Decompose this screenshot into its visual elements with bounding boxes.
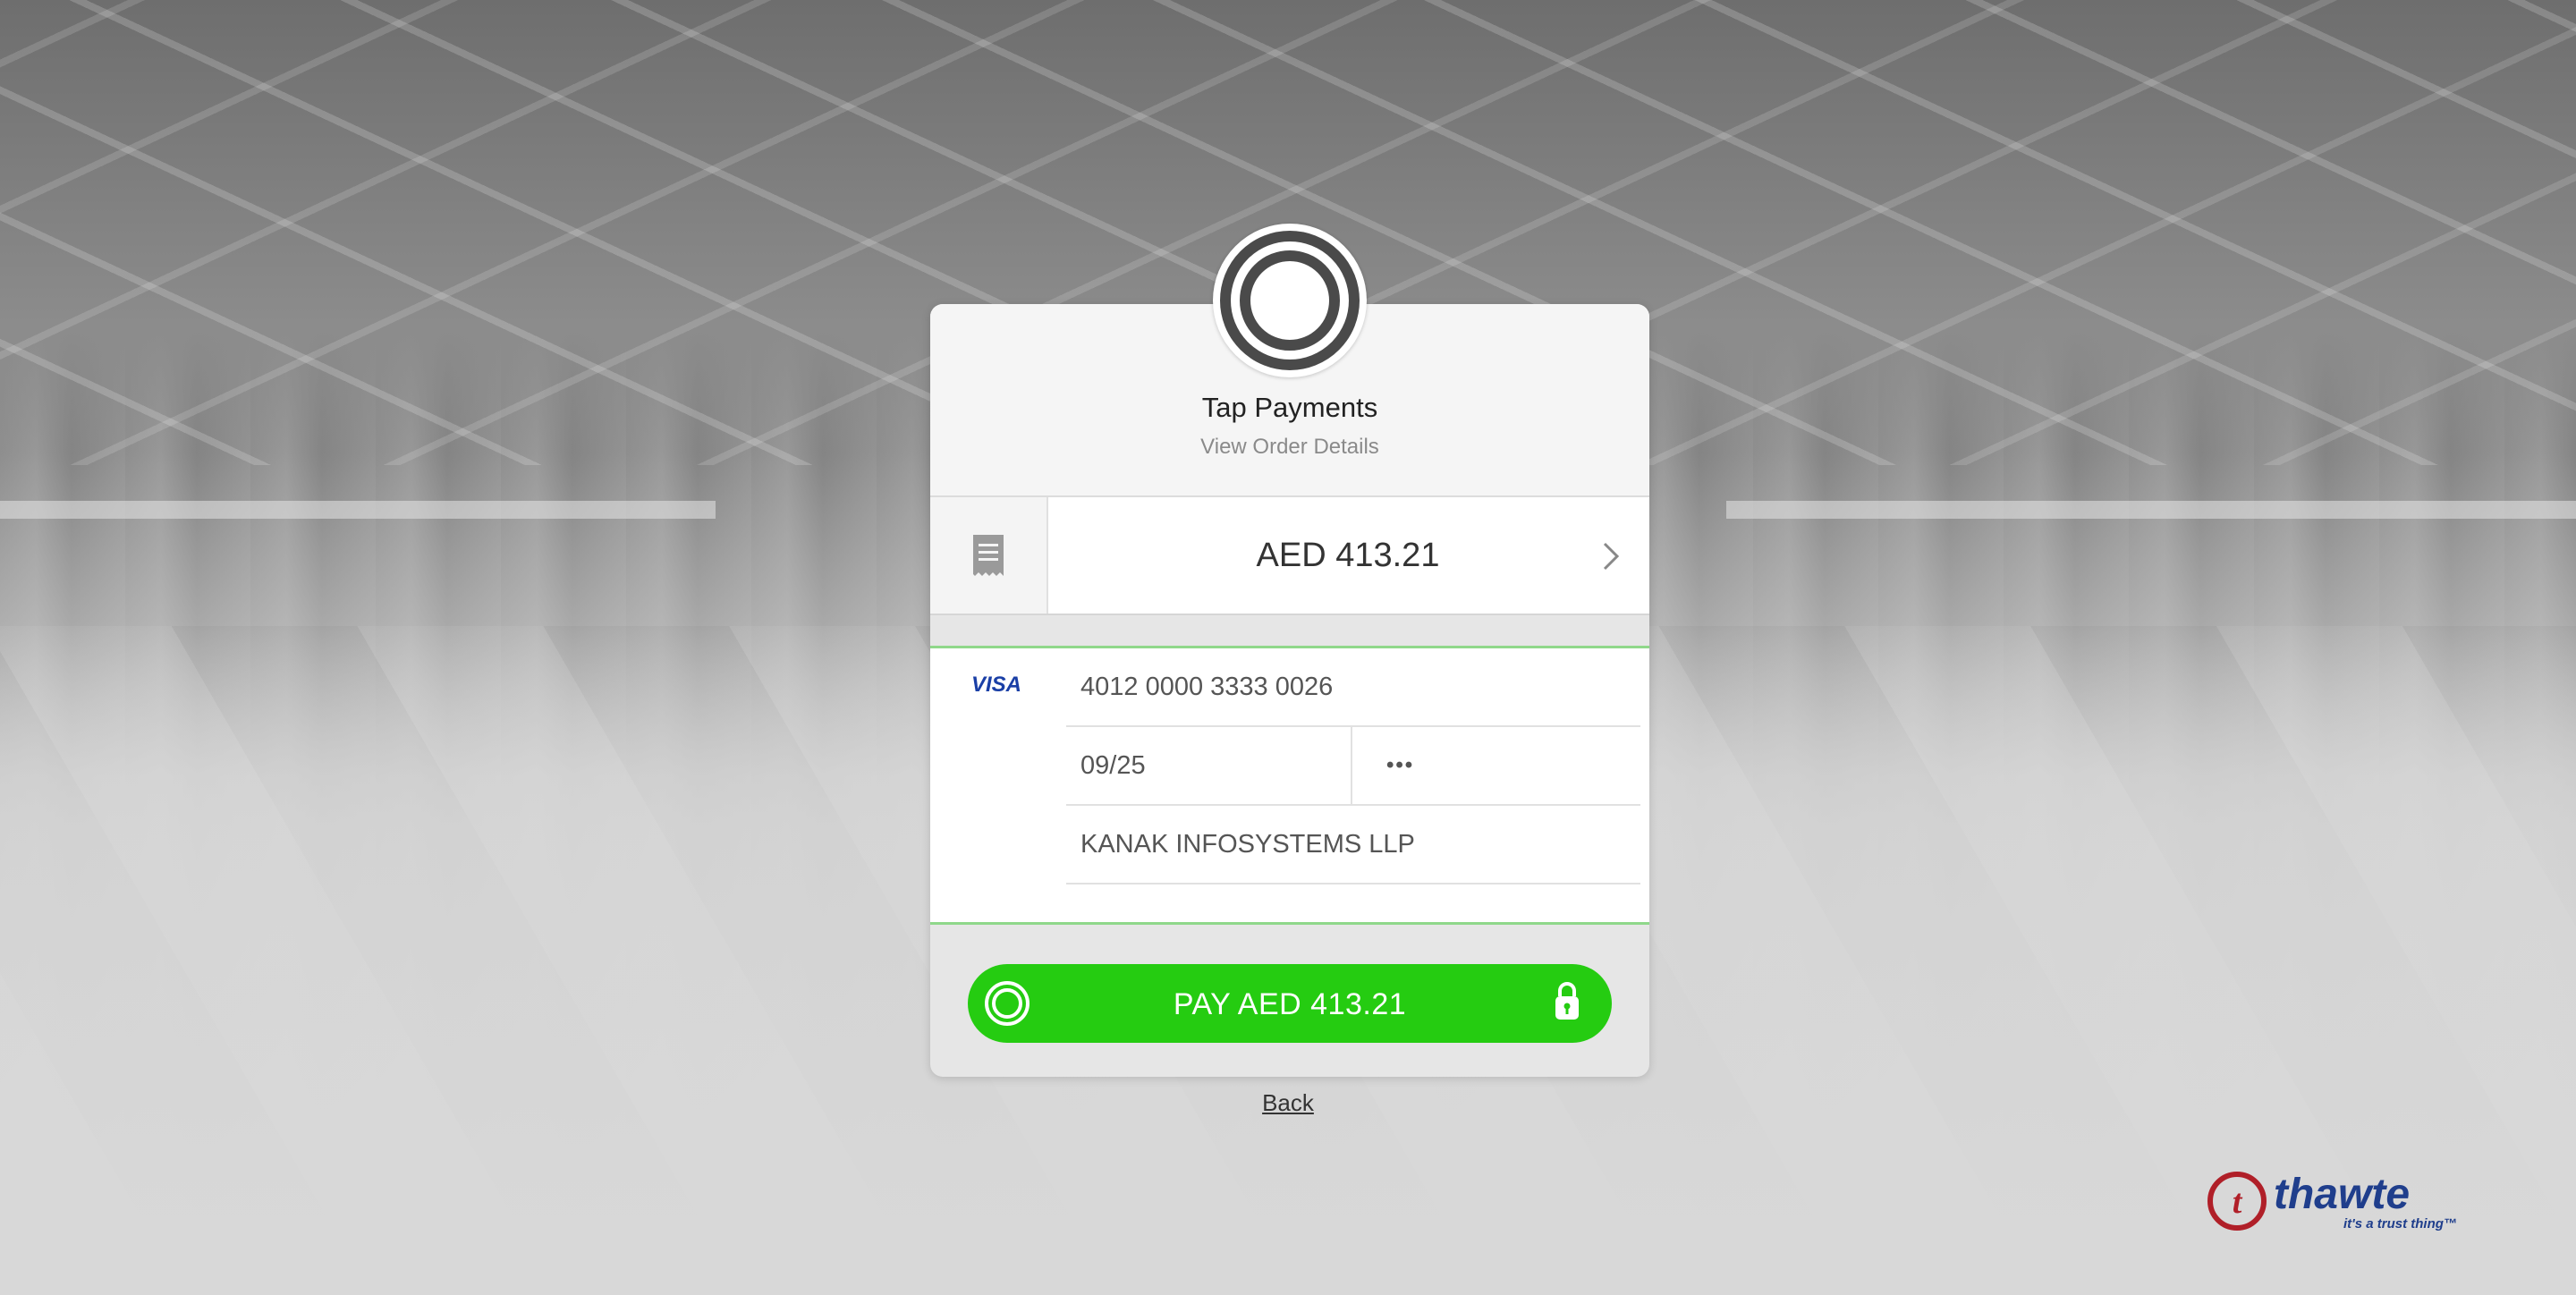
back-link[interactable]: Back <box>1234 1089 1342 1117</box>
thawte-logo-icon: t <box>2207 1172 2267 1231</box>
receipt-cell <box>930 497 1048 614</box>
visa-icon: VISA <box>971 673 1021 697</box>
background-desk <box>0 501 716 519</box>
cvv-field[interactable]: ••• <box>1352 727 1640 806</box>
chevron-right-icon[interactable] <box>1597 538 1624 574</box>
thawte-trust-badge[interactable]: t thawte it's a trust thing™ <box>2206 1168 2474 1236</box>
card-details-form: VISA 4012 0000 3333 0026 09/25 ••• KANAK… <box>930 646 1649 925</box>
view-order-details-link[interactable]: View Order Details <box>930 435 1649 460</box>
merchant-name: Tap Payments <box>1201 392 1378 423</box>
payment-card: Tap Payments View Order Details AED 413.… <box>930 304 1649 1077</box>
receipt-icon <box>973 535 1004 576</box>
svg-text:VISA: VISA <box>971 673 1021 697</box>
card-number-field[interactable]: 4012 0000 3333 0026 <box>1066 648 1640 727</box>
pay-button[interactable]: PAY AED 413.21 <box>968 964 1612 1043</box>
thawte-tagline: it's a trust thing™ <box>2343 1216 2457 1232</box>
order-amount: AED 413.21 <box>1256 537 1440 574</box>
pay-button-label: PAY AED 413.21 <box>1173 987 1407 1021</box>
svg-text:t: t <box>2233 1183 2243 1221</box>
tap-logo-icon <box>1220 231 1360 370</box>
expiry-date-field[interactable]: 09/25 <box>1066 727 1352 806</box>
background-desk <box>1726 501 2576 519</box>
merchant-logo <box>1213 224 1367 377</box>
thawte-brand-name: thawte <box>2274 1171 2411 1218</box>
lock-icon <box>1555 982 1579 1020</box>
cardholder-name-field[interactable]: KANAK INFOSYSTEMS LLP <box>1066 806 1640 884</box>
order-amount-row[interactable]: AED 413.21 <box>930 497 1649 615</box>
